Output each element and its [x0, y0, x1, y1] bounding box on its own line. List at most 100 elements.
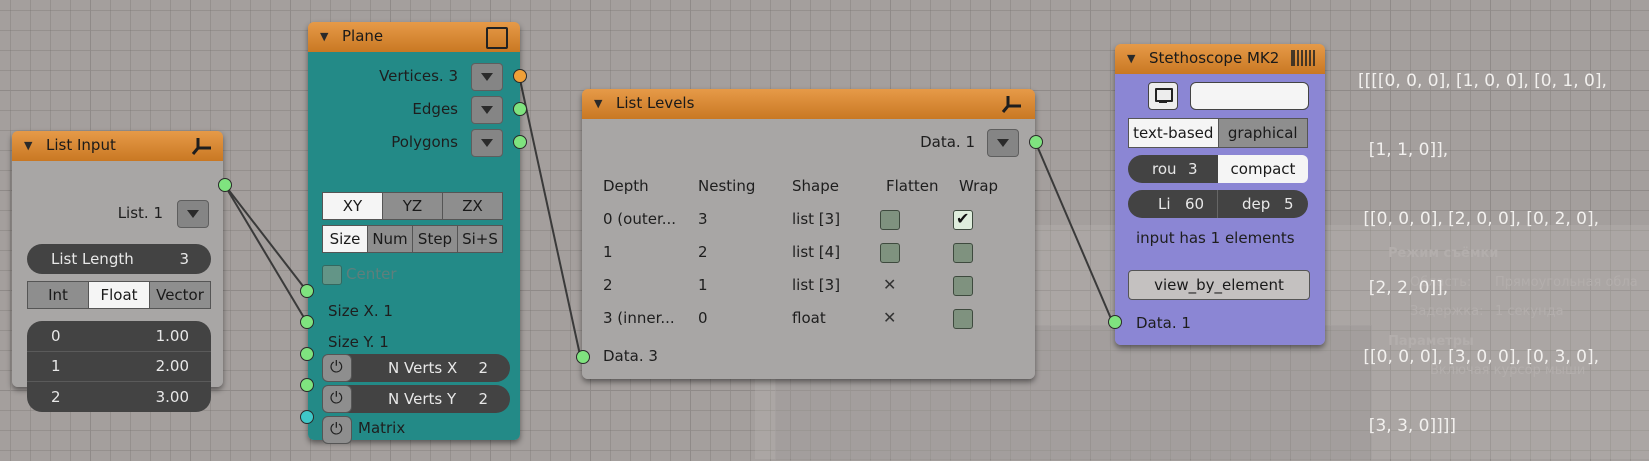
view-by-element-button[interactable]: view_by_element — [1128, 270, 1310, 300]
value-row[interactable]: 2 3.00 — [27, 382, 211, 412]
mode-graphical[interactable]: graphical — [1218, 119, 1307, 147]
column-depth: Depth — [603, 177, 649, 195]
wrap-checkbox[interactable] — [953, 243, 973, 263]
list-levels-header[interactable]: ▼ List Levels — [582, 89, 1035, 119]
value-number: 2.00 — [155, 357, 189, 375]
plug-icon[interactable]: ⏻ — [322, 385, 352, 413]
value-index: 0 — [51, 327, 61, 345]
n-verts-y-input-socket[interactable] — [300, 378, 314, 392]
plane-yz[interactable]: YZ — [383, 193, 443, 219]
value-row[interactable]: 1 2.00 — [27, 351, 211, 382]
plane-orientation-selector[interactable]: XY YZ ZX — [322, 192, 503, 220]
mode-vector[interactable]: Vector — [150, 282, 210, 308]
mode-num[interactable]: Num — [368, 226, 413, 252]
vertices-dropdown-button[interactable] — [471, 63, 503, 91]
list-length-field[interactable]: List Length 3 — [27, 244, 211, 274]
line-limit-value: 60 — [1185, 195, 1205, 213]
value-row[interactable]: 0 1.00 — [27, 321, 211, 352]
vertices-output-socket[interactable] — [513, 69, 527, 83]
matrix-plug-icon[interactable]: ⏻ — [322, 416, 352, 444]
row-shape: list [3] — [792, 276, 841, 294]
output-line: [3, 3, 0]]]] — [1358, 416, 1457, 436]
row-nesting: 3 — [698, 210, 708, 228]
data-output-dropdown-button[interactable] — [987, 129, 1019, 157]
matrix-input-socket[interactable] — [300, 410, 314, 424]
plane-xy[interactable]: XY — [323, 193, 383, 219]
mode-text-based[interactable]: text-based — [1129, 119, 1219, 147]
plane-node[interactable]: ▼ Plane Vertices. 3 Edges Polygons XY YZ… — [308, 22, 520, 444]
wrap-checkbox[interactable] — [953, 276, 973, 296]
n-verts-y-field[interactable]: ⏻ N Verts Y 2 — [322, 385, 510, 413]
row-nesting: 0 — [698, 309, 708, 327]
plane-header[interactable]: ▼ Plane — [308, 22, 520, 52]
line-limit-field[interactable]: Li 60 — [1128, 190, 1218, 218]
flatten-checkbox[interactable] — [880, 210, 900, 230]
row-depth: 3 (inner... — [603, 309, 675, 327]
column-shape: Shape — [792, 177, 839, 195]
monad-icon — [191, 138, 211, 155]
data-output-socket[interactable] — [1029, 135, 1043, 149]
collapse-arrow-icon[interactable]: ▼ — [320, 30, 328, 43]
node-square-icon[interactable] — [486, 27, 508, 49]
depth-field[interactable]: dep 5 — [1218, 190, 1308, 218]
list-input-node[interactable]: ▼ List Input List. 1 List Length 3 Int F… — [12, 131, 223, 412]
compact-toggle[interactable]: compact — [1218, 155, 1308, 183]
matrix-input-label: Matrix — [358, 419, 406, 437]
list-levels-node[interactable]: ▼ List Levels Data. 1 Depth Nesting Shap… — [582, 89, 1035, 379]
edges-dropdown-button[interactable] — [471, 96, 503, 124]
line-limit-label: Li — [1158, 195, 1171, 213]
n-verts-x-field[interactable]: ⏻ N Verts X 2 — [322, 354, 510, 382]
polygons-dropdown-button[interactable] — [471, 129, 503, 157]
list-input-header[interactable]: ▼ List Input — [12, 131, 223, 161]
center-label: Center — [346, 265, 397, 283]
elements-info-text: input has 1 elements — [1136, 229, 1295, 247]
mode-step[interactable]: Step — [413, 226, 458, 252]
mode-size[interactable]: Size — [323, 226, 368, 252]
stethoscope-input-socket[interactable] — [1108, 315, 1122, 329]
rounding-field[interactable]: rou 3 — [1128, 155, 1218, 183]
n-verts-x-label: N Verts X — [388, 359, 458, 377]
rounding-label: rou — [1152, 160, 1177, 178]
text-name-field[interactable] — [1190, 82, 1309, 110]
output-dropdown-button[interactable] — [177, 200, 209, 228]
edges-output-socket[interactable] — [513, 102, 527, 116]
flatten-disabled-icon: ✕ — [883, 308, 897, 327]
type-mode-selector[interactable]: Int Float Vector — [27, 281, 211, 309]
node-title: Stethoscope MK2 — [1149, 49, 1280, 67]
data-input-socket[interactable] — [576, 350, 590, 364]
flatten-checkbox[interactable] — [880, 243, 900, 263]
list-length-value: 3 — [179, 250, 189, 268]
mode-float[interactable]: Float — [89, 282, 150, 308]
mode-size-step[interactable]: Si+S — [458, 226, 502, 252]
n-verts-x-input-socket[interactable] — [300, 347, 314, 361]
row-nesting: 2 — [698, 243, 708, 261]
size-x-input-socket[interactable] — [300, 284, 314, 298]
n-verts-y-value: 2 — [478, 390, 488, 408]
stethoscope-node[interactable]: ▼ Stethoscope MK2 text-based graphical r… — [1115, 44, 1325, 345]
collapse-arrow-icon[interactable]: ▼ — [594, 97, 602, 110]
column-flatten: Flatten — [886, 177, 939, 195]
monad-icon — [1001, 96, 1021, 113]
stethoscope-header[interactable]: ▼ Stethoscope MK2 — [1115, 44, 1325, 74]
dimension-mode-selector[interactable]: Size Num Step Si+S — [322, 225, 503, 253]
list-output-socket[interactable] — [218, 178, 232, 192]
size-y-input-socket[interactable] — [300, 315, 314, 329]
plane-body: Vertices. 3 Edges Polygons XY YZ ZX Size… — [308, 52, 520, 444]
wrap-checkbox[interactable]: ✔ — [953, 209, 973, 230]
mode-int[interactable]: Int — [28, 282, 89, 308]
plane-zx[interactable]: ZX — [443, 193, 502, 219]
collapse-arrow-icon[interactable]: ▼ — [1127, 52, 1135, 65]
monitor-icon[interactable] — [1148, 82, 1178, 110]
display-mode-selector[interactable]: text-based graphical — [1128, 118, 1308, 148]
column-nesting: Nesting — [698, 177, 756, 195]
output-line: [[0, 0, 0], [2, 0, 0], [0, 2, 0], — [1358, 209, 1600, 229]
flatten-disabled-icon: ✕ — [883, 275, 897, 294]
collapse-arrow-icon[interactable]: ▼ — [24, 139, 32, 152]
checkmark-icon: ✔ — [956, 209, 970, 228]
text-editor-icon[interactable] — [1291, 50, 1315, 66]
output-line: [[[[0, 0, 0], [1, 0, 0], [0, 1, 0], — [1358, 71, 1607, 91]
polygons-output-socket[interactable] — [513, 135, 527, 149]
wrap-checkbox[interactable] — [953, 309, 973, 329]
center-checkbox[interactable] — [322, 265, 342, 285]
plug-icon[interactable]: ⏻ — [322, 354, 352, 382]
